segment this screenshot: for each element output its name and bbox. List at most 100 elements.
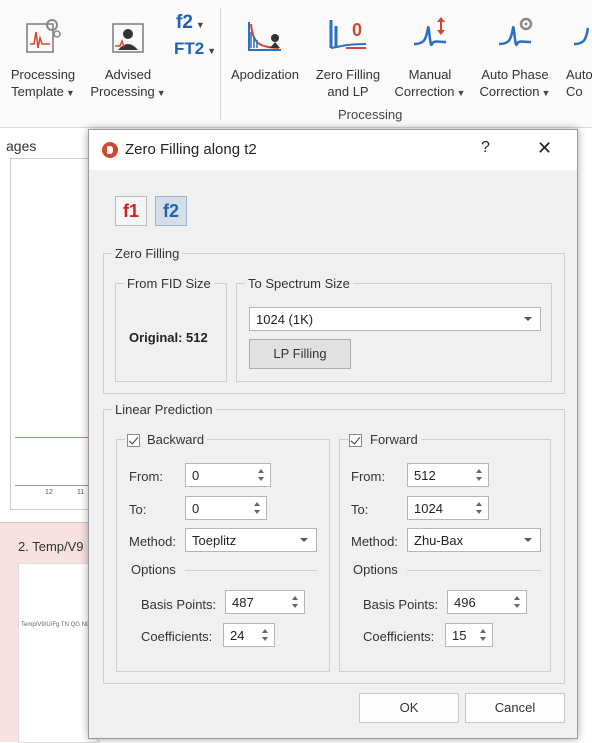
backward-basis-value: 487: [232, 595, 254, 610]
backward-basis-label: Basis Points:: [141, 597, 217, 612]
help-button[interactable]: ?: [481, 139, 490, 157]
auto-baseline-icon: [573, 27, 590, 46]
spectrum-size-value: 1024 (1K): [256, 312, 314, 327]
forward-basis-spinbox[interactable]: 496: [447, 590, 527, 614]
backward-method-label: Method:: [129, 534, 176, 549]
ribbon-label: Template: [11, 84, 64, 99]
ribbon-label: Advised: [104, 67, 152, 82]
lp-filling-button[interactable]: LP Filling: [249, 339, 351, 369]
zero-filling-lp-button[interactable]: 0 Zero Filling and LP: [310, 0, 386, 104]
forward-from-label: From:: [351, 469, 385, 484]
spin-down-icon[interactable]: [476, 510, 482, 514]
backward-checkbox[interactable]: [127, 434, 140, 447]
linear-prediction-legend: Linear Prediction: [115, 402, 213, 417]
auto-phase-icon: [498, 17, 533, 47]
apodization-icon: [248, 22, 281, 51]
spin-up-icon[interactable]: [476, 502, 482, 506]
cancel-button[interactable]: Cancel: [465, 693, 565, 723]
ribbon-label: Auto: [566, 67, 592, 82]
forward-to-label: To:: [351, 502, 369, 517]
spectrum-axis: [15, 485, 89, 486]
ribbon-label: Correction: [479, 84, 540, 99]
spin-down-icon[interactable]: [292, 604, 298, 608]
spin-up-icon[interactable]: [480, 629, 486, 633]
manual-correction-button[interactable]: Manual Correction ▼: [390, 0, 470, 104]
chevron-down-icon: ▼: [207, 46, 217, 56]
ok-button[interactable]: OK: [359, 693, 459, 723]
forward-method-label: Method:: [351, 534, 398, 549]
spin-up-icon[interactable]: [262, 629, 268, 633]
dialog-title: Zero Filling along t2: [125, 141, 257, 158]
forward-coeff-spinbox[interactable]: 15: [445, 623, 493, 647]
spin-up-icon[interactable]: [514, 596, 520, 600]
spin-down-icon[interactable]: [476, 477, 482, 481]
options-divider: [407, 570, 541, 571]
spin-down-icon[interactable]: [480, 637, 486, 641]
axis-tick-label: 11: [77, 489, 85, 496]
backward-from-value: 0: [192, 468, 200, 483]
chevron-down-icon: ▼: [456, 88, 466, 98]
forward-coeff-value: 15: [452, 628, 467, 643]
chevron-down-icon: ▼: [195, 20, 205, 30]
dimension-f2-button[interactable]: f2: [155, 196, 187, 226]
pages-tab-label: ages: [6, 138, 37, 154]
ribbon-label: Manual: [408, 67, 452, 82]
ribbon-label: Apodization: [231, 67, 299, 82]
spin-up-icon[interactable]: [254, 502, 260, 506]
backward-to-spinbox[interactable]: 0: [185, 496, 267, 520]
apodization-button[interactable]: Apodization: [224, 0, 306, 104]
backward-method-value: Toeplitz: [192, 533, 237, 548]
axis-tick-label: 12: [45, 489, 53, 496]
backward-basis-spinbox[interactable]: 487: [225, 590, 305, 614]
ribbon-label: Correction: [394, 84, 455, 99]
close-button[interactable]: ✕: [537, 138, 552, 159]
ft-transform-button[interactable]: f2 ▼ FT2 ▼: [168, 0, 218, 104]
spectrum-thumbnail: 12 11: [10, 158, 90, 510]
spin-up-icon[interactable]: [292, 596, 298, 600]
pages-tab[interactable]: ages: [0, 130, 90, 158]
backward-to-value: 0: [192, 501, 200, 516]
forward-to-value: 1024: [414, 501, 443, 516]
forward-options-label: Options: [353, 562, 398, 577]
spectrum-size-select[interactable]: 1024 (1K): [249, 307, 541, 331]
dialog-titlebar[interactable]: Zero Filling along t2 ? ✕: [89, 130, 577, 170]
ribbon-toolbar: Processing Template ▼ Advised Processing ▼ f…: [0, 0, 592, 128]
options-divider: [185, 570, 317, 571]
forward-method-select[interactable]: Zhu-Bax: [407, 528, 541, 552]
ribbon-separator: [220, 8, 221, 120]
ribbon-label: Processing: [90, 84, 155, 99]
spin-down-icon[interactable]: [514, 604, 520, 608]
forward-from-value: 512: [414, 468, 436, 483]
auto-phase-correction-button[interactable]: Auto Phase Correction ▼: [474, 0, 556, 104]
dimension-f1-button[interactable]: f1: [115, 196, 147, 226]
forward-checkbox[interactable]: [349, 434, 362, 447]
zero-filling-dialog: Zero Filling along t2 ? ✕ f1 f2 Zero Fil…: [88, 129, 578, 739]
advised-processing-button[interactable]: Advised Processing ▼: [88, 0, 168, 104]
processing-template-button[interactable]: Processing Template ▼: [4, 0, 82, 104]
from-fid-size-group: From FID Size: [115, 276, 227, 382]
backward-to-label: To:: [129, 502, 147, 517]
ribbon-label: Zero Filling: [315, 67, 381, 82]
chevron-down-icon: ▼: [65, 88, 75, 98]
ribbon-label: Co: [566, 84, 583, 99]
spectrum-page-2[interactable]: 2. Temp/V9 Temp/V9/U/Fg TN QG NCI: [0, 522, 100, 743]
chevron-down-icon: [524, 317, 532, 321]
backward-coeff-spinbox[interactable]: 24: [223, 623, 275, 647]
spin-down-icon[interactable]: [262, 637, 268, 641]
forward-to-spinbox[interactable]: 1024: [407, 496, 489, 520]
spectrum-title: 2. Temp/V9: [18, 539, 84, 554]
original-size-label: Original: 512: [129, 330, 208, 345]
spin-up-icon[interactable]: [476, 469, 482, 473]
auto-correction-button[interactable]: Auto Co: [562, 0, 592, 104]
ribbon-label: Processing: [10, 67, 76, 82]
backward-from-spinbox[interactable]: 0: [185, 463, 271, 487]
spin-down-icon[interactable]: [254, 510, 260, 514]
backward-from-label: From:: [129, 469, 163, 484]
backward-method-select[interactable]: Toeplitz: [185, 528, 317, 552]
spin-down-icon[interactable]: [258, 477, 264, 481]
advised-processing-icon: [112, 23, 144, 53]
spin-up-icon[interactable]: [258, 469, 264, 473]
forward-from-spinbox[interactable]: 512: [407, 463, 489, 487]
spectrum-path-label: Temp/V9/U/Fg TN QG NCI: [21, 622, 92, 628]
backward-coeff-label: Coefficients:: [141, 629, 213, 644]
